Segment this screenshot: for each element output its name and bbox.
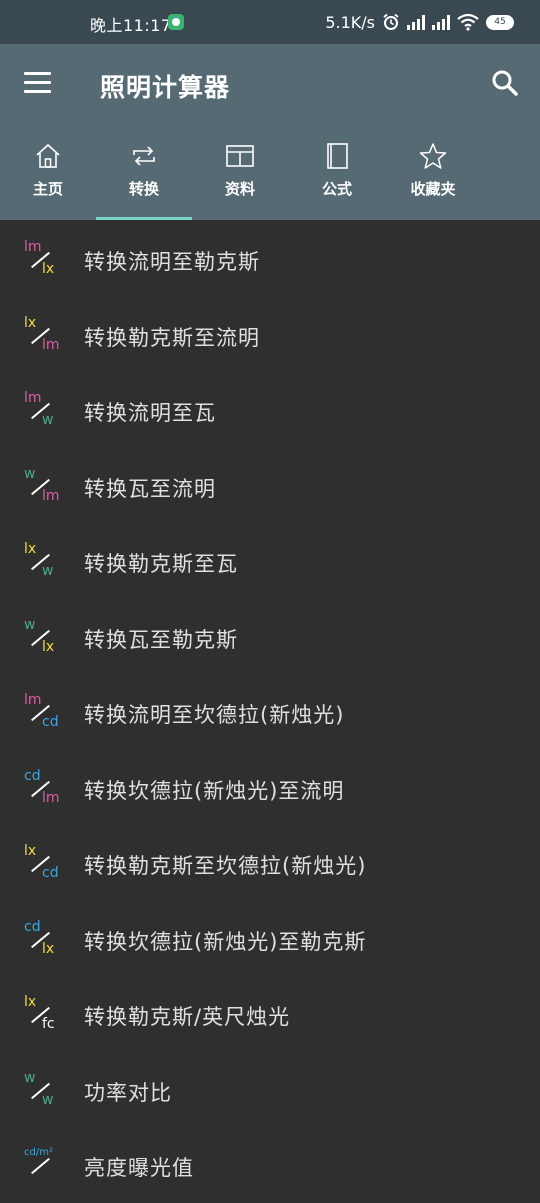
icon-top-unit: lx bbox=[24, 994, 37, 1010]
icon-top-unit: cd bbox=[24, 767, 41, 784]
unit-conversion-icon: lm w bbox=[24, 390, 64, 431]
list-item[interactable]: cd/m² 亮度曝光值 bbox=[0, 1127, 540, 1203]
list-item-label: 转换勒克斯/英尺烛光 bbox=[84, 1005, 291, 1029]
status-time: 晚上11:17 bbox=[90, 16, 172, 35]
icon-top-unit: lm bbox=[24, 692, 42, 708]
network-speed: 5.1K/s bbox=[325, 12, 375, 32]
unit-conversion-icon: w lm bbox=[24, 465, 64, 507]
list-item-label: 转换流明至勒克斯 bbox=[84, 250, 260, 274]
icon-bottom-unit: cd bbox=[42, 714, 59, 730]
icon-bottom-unit: cd bbox=[42, 865, 59, 881]
list-item[interactable]: w w 功率对比 bbox=[0, 1052, 540, 1128]
icon-bottom-unit: lx bbox=[42, 940, 55, 957]
list-item[interactable]: lx cd 转换勒克斯至坎德拉(新烛光) bbox=[0, 825, 540, 901]
list-item-label: 转换坎德拉(新烛光)至勒克斯 bbox=[84, 929, 367, 954]
unit-conversion-icon: cd/m² bbox=[24, 1146, 64, 1186]
list-item[interactable]: cd lx 转换坎德拉(新烛光)至勒克斯 bbox=[0, 901, 540, 977]
icon-bottom-unit: lx bbox=[42, 261, 55, 277]
list-item-label: 转换坎德拉(新烛光)至流明 bbox=[84, 778, 345, 803]
icon-bottom-unit: lm bbox=[42, 789, 60, 806]
icon-bottom-unit: w bbox=[42, 563, 54, 579]
home-icon bbox=[36, 143, 60, 168]
list-item[interactable]: w lx 转换瓦至勒克斯 bbox=[0, 599, 540, 675]
hamburger-menu-icon[interactable] bbox=[24, 72, 52, 96]
tab-bar: 主页 转换 资料 公式 收藏夹 bbox=[0, 136, 540, 220]
page-title: 照明计算器 bbox=[100, 73, 231, 102]
icon-top-unit: lx bbox=[24, 843, 37, 859]
list-item-label: 转换流明至坎德拉(新烛光) bbox=[84, 703, 345, 727]
signal-icon bbox=[407, 14, 425, 30]
status-bar: 晚上11:17 5.1K/s 45 bbox=[0, 0, 540, 44]
app-bar: 照明计算器 主页 转换 资料 公式 收藏夹 bbox=[0, 44, 540, 220]
list-item[interactable]: lm cd 转换流明至坎德拉(新烛光) bbox=[0, 674, 540, 750]
tab-label: 资料 bbox=[224, 180, 255, 198]
icon-bottom-unit: w bbox=[42, 1091, 54, 1108]
icon-top-unit: w bbox=[24, 465, 36, 482]
list-item[interactable]: lx fc 转换勒克斯/英尺烛光 bbox=[0, 976, 540, 1052]
status-right-group: 5.1K/s 45 bbox=[325, 10, 514, 34]
list-item[interactable]: lm lx 转换流明至勒克斯 bbox=[0, 221, 540, 297]
list-item-label: 转换流明至瓦 bbox=[84, 401, 216, 425]
list-item-label: 转换瓦至勒克斯 bbox=[84, 627, 238, 652]
list-item-label: 亮度曝光值 bbox=[84, 1156, 194, 1180]
book-icon bbox=[327, 143, 348, 169]
unit-conversion-icon: lx w bbox=[24, 541, 64, 582]
tab-reference[interactable]: 资料 bbox=[192, 136, 288, 220]
conversion-list: lm lx 转换流明至勒克斯 lx lm 转换勒克斯至流明 lm w 转换流明至瓦 w lm 转换瓦至… bbox=[0, 221, 540, 1203]
signal-icon bbox=[432, 14, 450, 30]
icon-bottom-unit: lx bbox=[42, 638, 55, 655]
repeat-icon bbox=[133, 146, 155, 166]
battery-icon: 45 bbox=[486, 14, 514, 30]
unit-conversion-icon: lm lx bbox=[24, 239, 64, 280]
icon-bottom-unit: w bbox=[42, 412, 54, 428]
icon-bottom-unit: fc bbox=[42, 1016, 55, 1032]
icon-top-unit: lm bbox=[24, 239, 42, 255]
search-icon[interactable] bbox=[490, 68, 520, 98]
list-item[interactable]: lx w 转换勒克斯至瓦 bbox=[0, 523, 540, 599]
tab-convert[interactable]: 转换 bbox=[96, 136, 192, 220]
list-item[interactable]: lx lm 转换勒克斯至流明 bbox=[0, 297, 540, 373]
tab-favorites[interactable]: 收藏夹 bbox=[385, 136, 481, 220]
tab-home[interactable]: 主页 bbox=[0, 136, 96, 220]
unit-conversion-icon: w lx bbox=[24, 616, 64, 658]
list-item[interactable]: w lm 转换瓦至流明 bbox=[0, 448, 540, 524]
unit-conversion-icon: cd lx bbox=[24, 918, 64, 960]
list-item-label: 转换勒克斯至坎德拉(新烛光) bbox=[84, 854, 367, 878]
table-icon bbox=[226, 145, 254, 167]
wifi-icon bbox=[457, 13, 479, 31]
alarm-icon bbox=[383, 13, 399, 30]
tab-label: 转换 bbox=[128, 180, 159, 198]
unit-conversion-icon: lm cd bbox=[24, 692, 64, 733]
list-item-label: 转换勒克斯至瓦 bbox=[84, 552, 238, 576]
icon-top-unit: lx bbox=[24, 541, 37, 557]
unit-conversion-icon: lx fc bbox=[24, 994, 64, 1035]
unit-conversion-icon: lx lm bbox=[24, 314, 64, 356]
list-item[interactable]: lm w 转换流明至瓦 bbox=[0, 372, 540, 448]
icon-bottom-unit: lm bbox=[42, 336, 60, 353]
icon-bottom-unit: lm bbox=[42, 487, 60, 504]
icon-top-unit: cd bbox=[24, 918, 41, 935]
tab-label: 收藏夹 bbox=[410, 180, 456, 198]
app-badge-icon bbox=[168, 14, 184, 30]
icon-top-unit: w bbox=[24, 1069, 36, 1086]
star-icon bbox=[419, 143, 447, 169]
list-item-label: 转换勒克斯至流明 bbox=[84, 325, 260, 350]
icon-top-unit: lm bbox=[24, 390, 42, 406]
unit-conversion-icon: cd lm bbox=[24, 767, 64, 809]
unit-conversion-icon: ww bbox=[24, 1069, 64, 1111]
icon-top-unit: lx bbox=[24, 314, 37, 331]
unit-conversion-icon: lx cd bbox=[24, 843, 64, 884]
tab-label: 主页 bbox=[32, 180, 63, 198]
tab-formula[interactable]: 公式 bbox=[289, 136, 385, 220]
list-item-label: 转换瓦至流明 bbox=[84, 476, 216, 501]
icon-top-unit: w bbox=[24, 616, 36, 633]
tab-label: 公式 bbox=[321, 180, 352, 198]
list-item[interactable]: cd lm 转换坎德拉(新烛光)至流明 bbox=[0, 750, 540, 826]
list-item-label: 功率对比 bbox=[84, 1080, 172, 1105]
